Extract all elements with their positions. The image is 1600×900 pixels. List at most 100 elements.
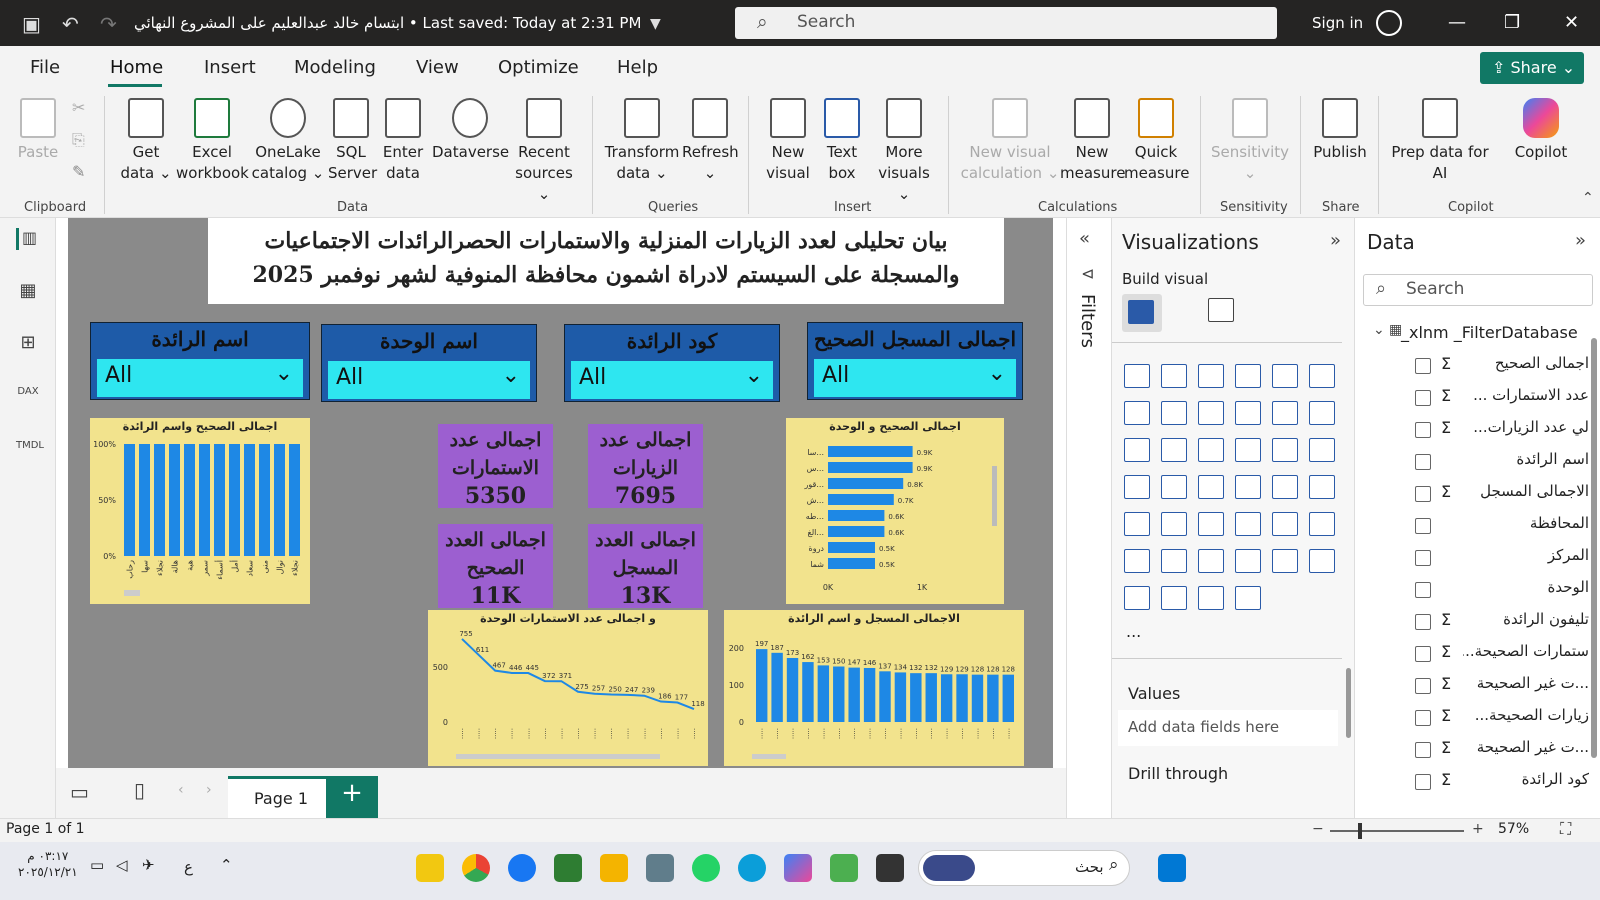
multi-card-icon[interactable] [1124, 512, 1150, 536]
field-checkbox[interactable] [1415, 710, 1431, 726]
kpi-card-visits[interactable]: اجمالى عدد الزيارات 7695 [588, 424, 703, 509]
enter-data-button[interactable]: Enter data [380, 98, 426, 184]
area-icon[interactable] [1161, 401, 1187, 425]
new-visual-button[interactable]: New visual [762, 98, 814, 184]
page-tab[interactable]: Page 1 [228, 776, 326, 820]
camera-taskbar-icon[interactable] [646, 854, 674, 882]
field-checkbox[interactable] [1415, 454, 1431, 470]
field-checkbox[interactable] [1415, 486, 1431, 502]
tab-insert[interactable]: Insert [204, 57, 256, 78]
zoom-slider-thumb[interactable] [1358, 823, 1362, 839]
edge-taskbar-icon[interactable] [738, 854, 766, 882]
field-item[interactable]: Σ ...ت غير الصحيحة [1415, 738, 1591, 762]
zoom-out-icon[interactable]: − [1312, 821, 1324, 837]
fit-to-page-icon[interactable]: ⛶ [1560, 819, 1571, 839]
slicer-leader-name[interactable]: اسم الرائدة All ⌄ [90, 322, 310, 400]
table-view-icon[interactable]: ▦ [16, 280, 40, 302]
close-icon[interactable]: ✕ [1564, 12, 1579, 33]
field-checkbox[interactable] [1415, 678, 1431, 694]
dataverse-button[interactable]: Dataverse [432, 98, 509, 163]
avatar[interactable] [1376, 10, 1402, 36]
battery-icon[interactable]: ▭ [90, 856, 104, 874]
field-item[interactable]: Σ اجمالى الصحيح [1415, 354, 1591, 378]
100-column-icon[interactable] [1309, 364, 1335, 388]
card-icon[interactable] [1309, 475, 1335, 499]
slicer-leader-code[interactable]: كود الرائدة All ⌄ [564, 324, 780, 402]
funnel-icon[interactable] [1198, 438, 1224, 462]
windows-start-icon[interactable] [1158, 854, 1186, 882]
field-checkbox[interactable] [1415, 646, 1431, 662]
field-item[interactable]: المحافظة [1415, 514, 1591, 538]
collapse-data-icon[interactable]: » [1575, 230, 1586, 251]
whatsapp-taskbar-icon[interactable] [692, 854, 720, 882]
kpi-card-registered-total[interactable]: اجمالى العدد المسجل 13K [588, 524, 703, 609]
slicer-dropdown[interactable]: All ⌄ [328, 361, 530, 399]
line-cluster-icon[interactable] [1309, 401, 1335, 425]
azure-map-icon[interactable] [1235, 475, 1261, 499]
field-item[interactable]: المركز [1415, 546, 1591, 570]
tab-modeling[interactable]: Modeling [294, 57, 376, 78]
app-taskbar-icon[interactable] [554, 854, 582, 882]
undo-icon[interactable]: ↶ [62, 12, 79, 36]
slicer-unit-name[interactable]: اسم الوحدة All ⌄ [321, 324, 537, 402]
field-checkbox[interactable] [1415, 582, 1431, 598]
sql-server-button[interactable]: SQL Server [328, 98, 377, 184]
more-visuals-button[interactable]: More visuals ⌄ [872, 98, 936, 205]
excel-workbook-button[interactable]: Excel workbook [176, 98, 249, 184]
new-visual-calculation-button[interactable]: New visual calculation ⌄ [960, 98, 1060, 184]
dax-query-view-icon[interactable]: DAX [16, 386, 40, 408]
filters-pane[interactable]: « ⊲ Filters [1066, 218, 1111, 818]
prev-page-icon[interactable]: ‹ [178, 782, 184, 798]
zoom-in-icon[interactable]: + [1472, 821, 1484, 837]
pie-icon[interactable] [1272, 438, 1298, 462]
chrome-taskbar-icon[interactable] [462, 854, 490, 882]
field-checkbox[interactable] [1415, 422, 1431, 438]
mobile-layout-icon[interactable]: ▯ [134, 778, 145, 802]
slicer-dropdown[interactable]: All ⌄ [97, 359, 303, 397]
ribbon-icon[interactable] [1124, 438, 1150, 462]
field-item[interactable]: Σ كود الرائدة [1415, 770, 1591, 794]
paginated-icon[interactable] [1309, 549, 1335, 573]
field-item[interactable]: Σ ...ت غير الصحيحة [1415, 674, 1591, 698]
field-item[interactable]: Σ لي عدد الزيارات... [1415, 418, 1591, 442]
tab-optimize[interactable]: Optimize [498, 57, 579, 78]
expand-filters-icon[interactable]: « [1079, 228, 1090, 249]
transform-data-button[interactable]: Transform data ⌄ [604, 98, 680, 184]
narrative-icon[interactable] [1272, 549, 1298, 573]
store-taskbar-icon[interactable] [830, 854, 858, 882]
document-title[interactable]: ابتسام خالد عبدالعليم على المشروع النهائ… [134, 14, 641, 32]
power-automate-icon[interactable] [1198, 586, 1224, 610]
gauge-icon[interactable] [1272, 475, 1298, 499]
sign-in-link[interactable]: Sign in [1312, 14, 1363, 32]
treemap-icon[interactable] [1124, 475, 1150, 499]
kpi-card-correct-total[interactable]: اجمالى العدد الصحيح 11K [438, 524, 553, 609]
collapse-visualizations-icon[interactable]: » [1330, 230, 1341, 251]
get-data-button[interactable]: Get data ⌄ [118, 98, 174, 184]
next-page-icon[interactable]: › [206, 782, 212, 798]
volume-icon[interactable]: ◁ [116, 856, 128, 874]
field-item[interactable]: Σ ستمارات الصحيحة... [1415, 642, 1591, 666]
line-column-icon[interactable] [1272, 401, 1298, 425]
tray-chevron-icon[interactable]: ⌃ [220, 856, 233, 874]
sensitivity-button[interactable]: Sensitivity ⌄ [1208, 98, 1292, 184]
copilot-button[interactable]: Copilot [1496, 98, 1586, 163]
redo-icon[interactable]: ↷ [100, 12, 117, 36]
clock[interactable]: ٠٣:١٧ م ٢٠٢٥/١٢/٢١ [18, 848, 78, 880]
matrix-icon[interactable] [1272, 512, 1298, 536]
desktop-layout-icon[interactable]: ▭ [70, 780, 89, 804]
field-item[interactable]: الوحدة [1415, 578, 1591, 602]
table-icon[interactable] [1235, 512, 1261, 536]
powerbi-taskbar-icon[interactable] [416, 854, 444, 882]
map-icon[interactable] [1161, 475, 1187, 499]
prep-data-for-ai-button[interactable]: Prep data for AI [1388, 98, 1492, 184]
chart-registered-by-leader[interactable]: الاجمالى المسجل و اسم الرائدة 200 100 0 197 ·… [724, 610, 1024, 766]
slicer-dropdown[interactable]: All ⌄ [571, 361, 773, 399]
field-item[interactable]: اسم الرائدة [1415, 450, 1591, 474]
file-explorer-taskbar-icon[interactable] [600, 854, 628, 882]
qa-icon[interactable] [1235, 549, 1261, 573]
values-drop-zone[interactable]: Add data fields here [1118, 710, 1338, 746]
report-title[interactable]: بيان تحليلى لعدد الزيارات المنزلية والاس… [208, 218, 1004, 304]
kpi-icon[interactable] [1161, 512, 1187, 536]
field-checkbox[interactable] [1415, 518, 1431, 534]
100-bar-icon[interactable] [1272, 364, 1298, 388]
